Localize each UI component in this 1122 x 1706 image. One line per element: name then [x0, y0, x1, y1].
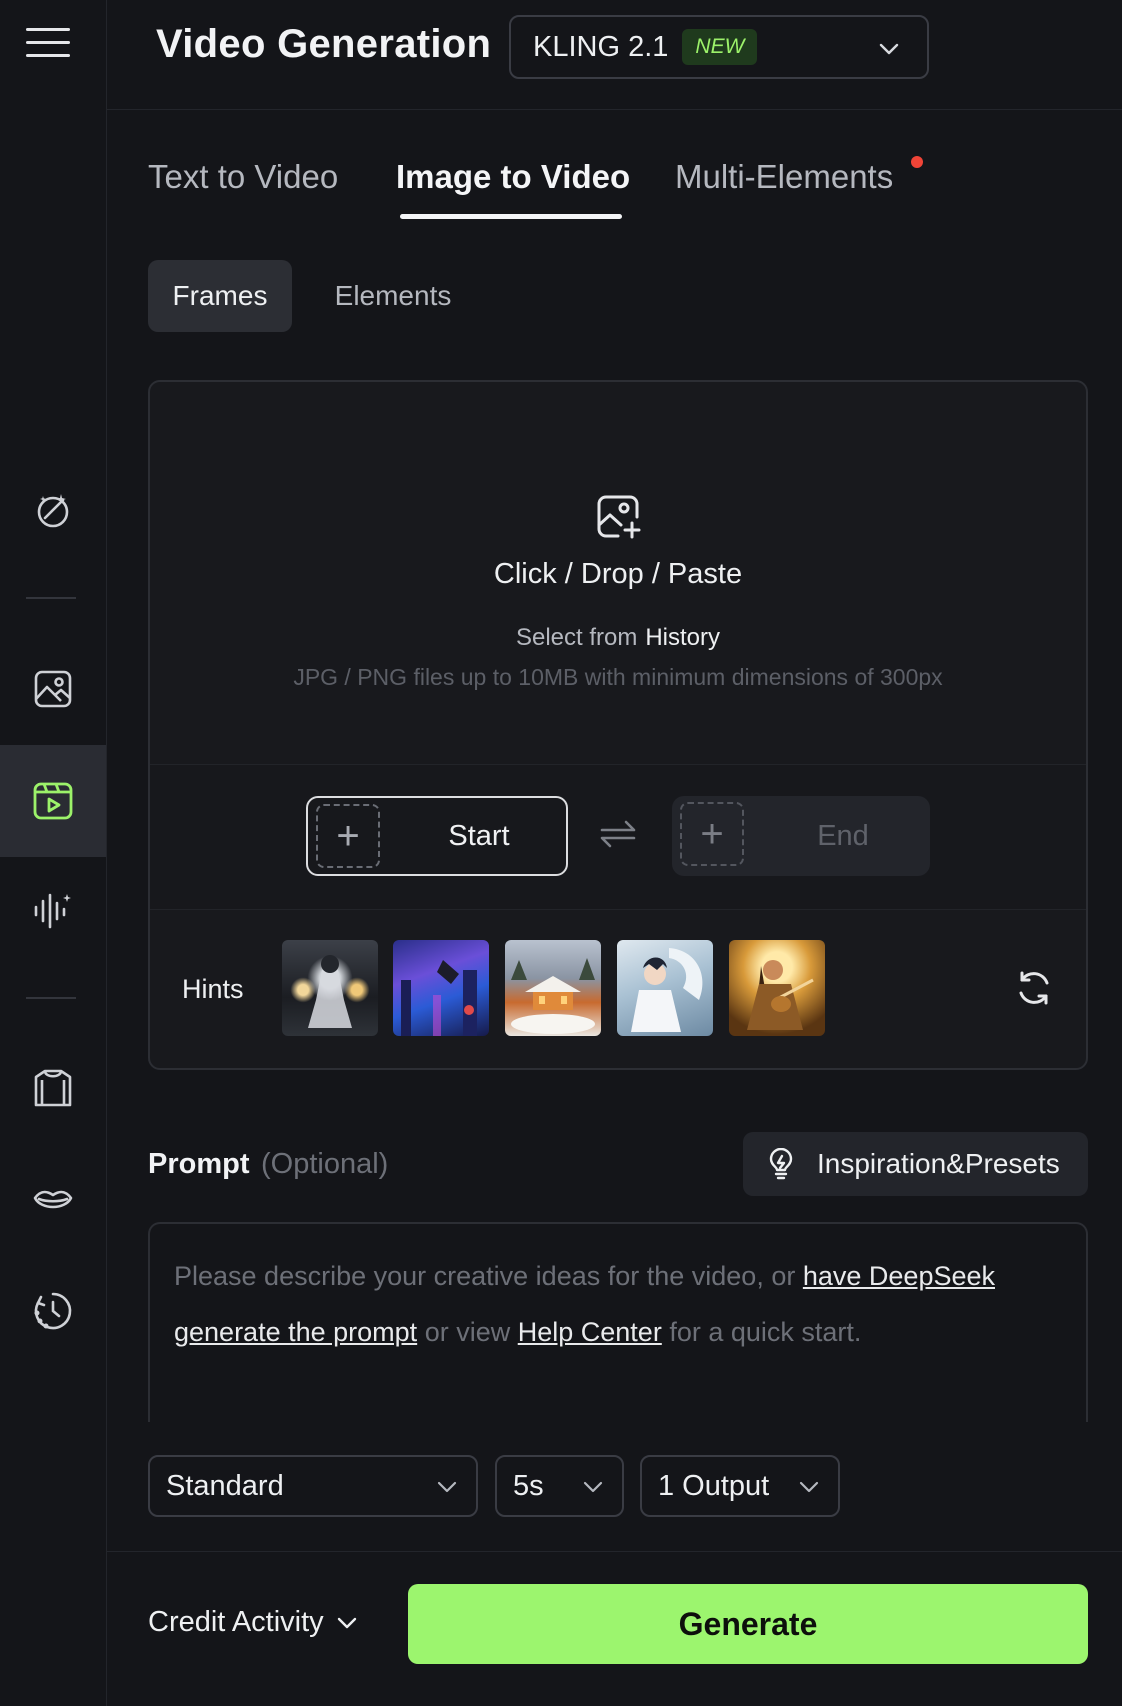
lips-icon[interactable]: [0, 1165, 106, 1235]
menu-icon[interactable]: [26, 28, 70, 66]
image-icon[interactable]: [0, 654, 106, 724]
chevron-down-icon: [879, 43, 899, 55]
history-line: Select from History: [150, 624, 1086, 652]
active-tab-indicator: [400, 214, 622, 219]
subtab-frames[interactable]: Frames: [148, 260, 292, 332]
add-image-icon: [597, 495, 641, 539]
magic-wand-icon[interactable]: [0, 475, 106, 545]
duration-select[interactable]: 5s: [495, 1455, 624, 1517]
hint-thumbnail-lute-girl[interactable]: [729, 940, 825, 1036]
inspiration-presets-button[interactable]: Inspiration&Presets: [743, 1132, 1088, 1196]
refresh-icon[interactable]: [1014, 968, 1054, 1008]
chevron-down-icon: [583, 1481, 603, 1493]
notification-dot: [911, 156, 923, 168]
mode-value: Standard: [166, 1469, 284, 1502]
history-link[interactable]: History: [645, 624, 720, 651]
new-badge: NEW: [682, 29, 758, 65]
prompt-title: Prompt: [148, 1148, 250, 1180]
sidebar: [0, 0, 107, 1706]
duration-value: 5s: [513, 1469, 544, 1502]
model-select[interactable]: KLING 2.1 NEW: [509, 15, 929, 79]
model-name: KLING 2.1: [533, 30, 669, 63]
mode-select[interactable]: Standard: [148, 1455, 478, 1517]
end-frame-button[interactable]: + End: [672, 796, 930, 876]
credit-activity-label: Credit Activity: [148, 1606, 324, 1638]
chevron-down-icon: [337, 1617, 356, 1628]
prompt-placeholder-1: Please describe your creative ideas for …: [174, 1261, 796, 1291]
prompt-textarea[interactable]: Please describe your creative ideas for …: [148, 1222, 1088, 1422]
upload-instruction: Click / Drop / Paste: [493, 558, 743, 590]
plus-icon: +: [316, 804, 380, 868]
chevron-down-icon: [437, 1481, 457, 1493]
help-center-link[interactable]: Help Center: [518, 1317, 662, 1347]
start-frame-label: Start: [448, 819, 510, 852]
shirt-icon[interactable]: [0, 1053, 106, 1123]
plus-icon: +: [680, 802, 744, 866]
outputs-value: 1 Output: [658, 1469, 770, 1502]
hint-thumbnail-warrior[interactable]: [282, 940, 378, 1036]
hint-thumbnail-city[interactable]: [393, 940, 489, 1036]
credit-activity-dropdown[interactable]: Credit Activity: [148, 1606, 358, 1639]
subtab-elements[interactable]: Elements: [318, 260, 468, 332]
prompt-placeholder-2: or view: [424, 1317, 511, 1347]
app-root: Video Generation KLING 2.1 NEW Text to V…: [0, 0, 1122, 1706]
prompt-placeholder-3: for a quick start.: [669, 1317, 862, 1347]
tab-image-to-video[interactable]: Image to Video: [396, 158, 630, 196]
hint-thumbnail-dragon[interactable]: [617, 940, 713, 1036]
tab-multi-elements[interactable]: Multi-Elements: [675, 158, 893, 196]
history-icon[interactable]: [0, 1276, 106, 1346]
sidebar-divider: [26, 997, 76, 999]
outputs-select[interactable]: 1 Output: [640, 1455, 840, 1517]
history-prefix: Select from: [515, 624, 638, 651]
chevron-down-icon: [799, 1481, 819, 1493]
page-title: Video Generation: [156, 22, 492, 66]
hints-label: Hints: [182, 974, 244, 1004]
upload-requirements: JPG / PNG files up to 10MB with minimum …: [293, 664, 943, 690]
prompt-optional-label: (Optional): [261, 1148, 389, 1180]
swap-icon[interactable]: [598, 816, 638, 852]
tab-text-to-video[interactable]: Text to Video: [148, 158, 338, 196]
audio-wave-icon[interactable]: [0, 876, 106, 946]
header: Video Generation KLING 2.1 NEW: [107, 0, 1122, 110]
hint-thumbnail-village[interactable]: [505, 940, 601, 1036]
lightbulb-icon: [769, 1148, 793, 1180]
end-frame-label: End: [817, 819, 869, 852]
sidebar-divider: [26, 597, 76, 599]
presets-label: Inspiration&Presets: [817, 1148, 1060, 1179]
generate-button[interactable]: Generate: [408, 1584, 1088, 1664]
start-frame-button[interactable]: + Start: [306, 796, 568, 876]
video-icon[interactable]: [0, 745, 106, 857]
